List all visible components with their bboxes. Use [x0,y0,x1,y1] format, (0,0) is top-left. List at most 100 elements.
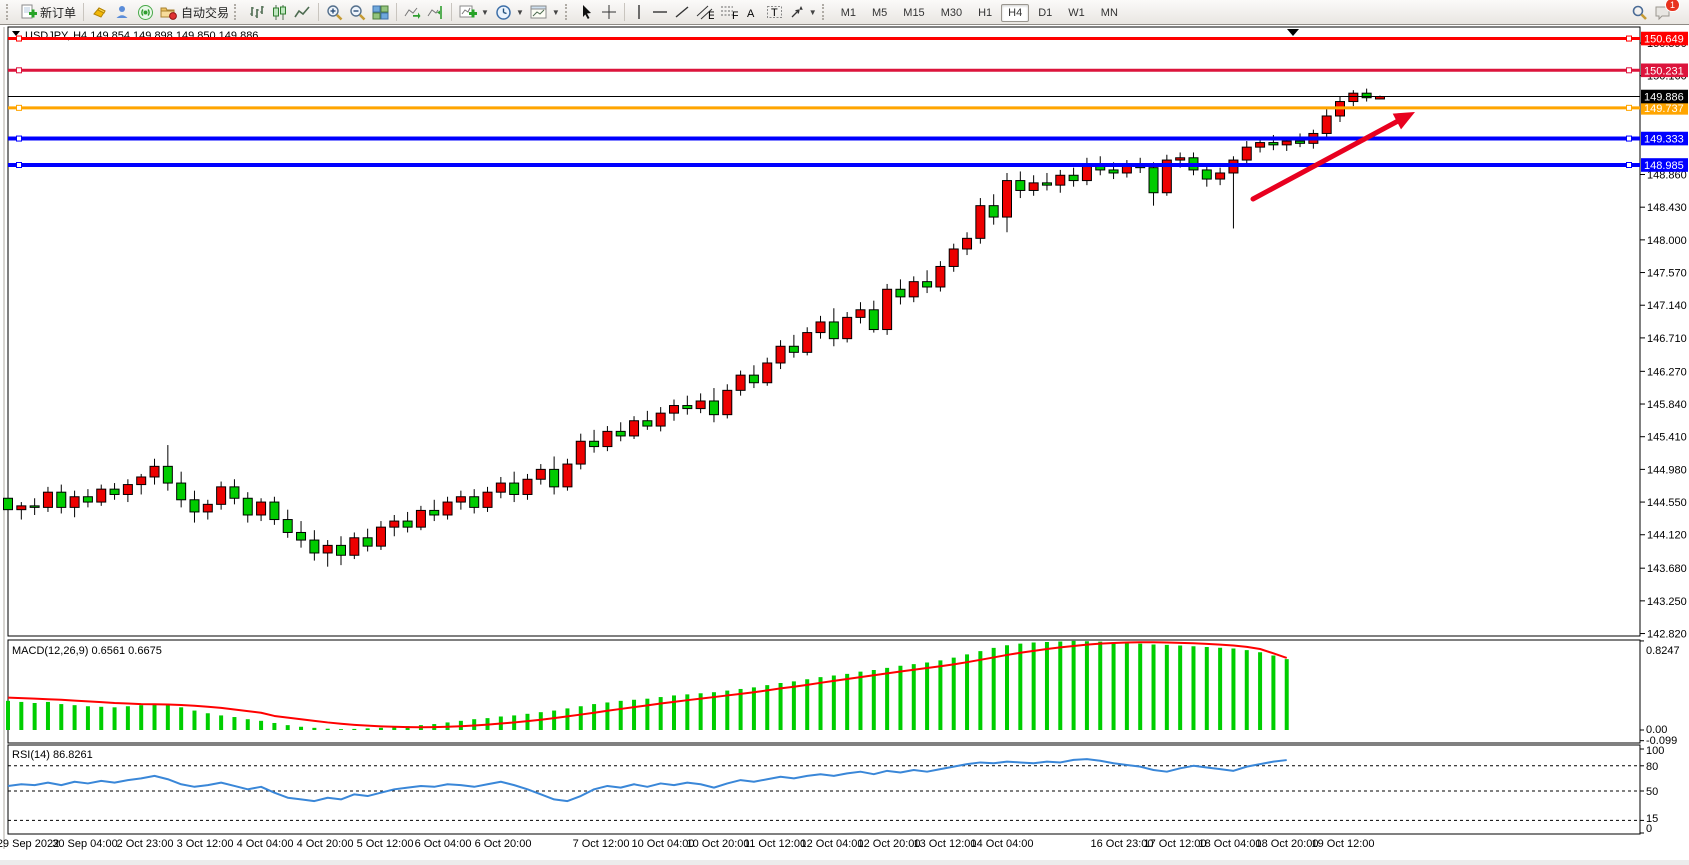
candle-body [816,322,825,333]
hline-handle[interactable] [17,36,22,41]
chevron-down-icon: ▼ [481,8,489,17]
candle-body [923,282,932,287]
line-chart-button[interactable] [291,2,314,23]
horizontal-line-icon [652,4,668,20]
timeframe-h4[interactable]: H4 [1001,4,1029,22]
vertical-line-button[interactable] [629,2,649,22]
hline-handle[interactable] [1627,163,1632,168]
hline-handle[interactable] [1627,68,1632,73]
new-order-button[interactable]: 新订单 [17,2,79,23]
candlestick-chart-button[interactable] [268,2,291,23]
timeframe-m30[interactable]: M30 [934,4,969,22]
timeframe-d1[interactable]: D1 [1031,4,1059,22]
new-chart-button[interactable]: ▼ [456,2,492,23]
rsi-tick-label: 80 [1646,761,1658,773]
chart-area[interactable]: USDJPY, H4 149.854 149.898 149.850 149.8… [0,24,1689,860]
vertical-line-icon [632,4,646,20]
chart-title: USDJPY, H4 149.854 149.898 149.850 149.8… [25,30,258,42]
equidistant-channel-button[interactable]: E [693,2,717,22]
hline-handle[interactable] [17,68,22,73]
candle-body [1322,116,1331,133]
timeframe-w1[interactable]: W1 [1061,4,1092,22]
candle-body [843,317,852,338]
periodicity-button[interactable]: ▼ [492,2,527,23]
candle-body [217,487,226,504]
y-tick-label: 144.120 [1647,530,1687,542]
toolbar-grip[interactable] [822,4,829,20]
candle-body [576,441,585,464]
candle-body [1362,93,1371,98]
rsi-tick-label: 50 [1646,786,1658,798]
arrows-button[interactable]: ▼ [786,2,820,22]
y-tick-label: 143.680 [1647,563,1687,575]
candle-body [390,521,399,527]
community-button[interactable] [111,2,134,23]
y-tick-label: 145.410 [1647,432,1687,444]
tile-windows-icon [372,4,389,21]
timeframe-mn[interactable]: MN [1094,4,1125,22]
toolbar-grip[interactable] [234,4,241,20]
candle-body [883,289,892,329]
auto-scroll-button[interactable] [401,2,424,23]
candle-body [1242,147,1251,160]
candle-body [1042,183,1051,185]
candle-body [1176,158,1185,160]
search-icon [1631,4,1648,21]
hline-handle[interactable] [1627,136,1632,141]
hline-handle[interactable] [1627,36,1632,41]
rsi-label: RSI(14) 86.8261 [12,749,93,761]
candle-body [456,497,465,502]
cursor-button[interactable] [576,2,598,22]
search-button[interactable] [1628,2,1651,23]
text-button[interactable]: A [741,2,763,22]
hline-handle[interactable] [1627,105,1632,110]
candle-body [1256,143,1265,148]
fibonacci-button[interactable]: F [717,2,741,22]
crosshair-button[interactable] [598,2,620,22]
candle-body [190,500,199,512]
hline-handle[interactable] [17,163,22,168]
x-axis-label: 29 Sep 2022 [0,838,59,850]
toolbar-grip[interactable] [565,4,572,20]
zoom-out-icon [349,4,366,21]
candle-body [963,238,972,249]
candle-body [110,489,119,494]
candle-body [936,266,945,287]
main-toolbar: 新订单 自动交易 ▼ ▼ ▼ E F A T ▼ M1M5M15M30H1H4D… [0,0,1689,25]
notifications-button[interactable]: 1 [1651,2,1675,23]
timeframe-m5[interactable]: M5 [865,4,894,22]
text-label-button[interactable]: T [763,2,786,22]
hline-handle[interactable] [17,105,22,110]
tile-windows-button[interactable] [369,2,392,23]
zoom-out-button[interactable] [346,2,369,23]
market-button[interactable] [88,2,111,23]
zoom-in-icon [326,4,343,21]
autotrading-icon [160,4,178,21]
x-axis-label: 30 Sep 04:00 [52,838,117,850]
bar-chart-button[interactable] [245,2,268,23]
signals-button[interactable] [134,2,157,23]
candle-body [523,479,532,494]
timeframe-h1[interactable]: H1 [971,4,999,22]
trendline-button[interactable] [671,2,693,22]
market-icon [91,4,108,21]
timeframe-m1[interactable]: M1 [834,4,863,22]
x-axis-label: 10 Oct 04:00 [632,838,695,850]
zoom-in-button[interactable] [323,2,346,23]
candle-body [483,492,492,507]
templates-button[interactable]: ▼ [527,2,563,23]
candle-body [749,375,758,383]
x-axis-label: 13 Oct 12:00 [914,838,977,850]
horizontal-line-button[interactable] [649,2,671,22]
chart-svg[interactable]: USDJPY, H4 149.854 149.898 149.850 149.8… [0,25,1689,860]
chart-shift-button[interactable] [424,2,447,23]
x-axis-label: 17 Oct 12:00 [1144,838,1207,850]
bar-chart-icon [248,4,265,21]
hline-handle[interactable] [17,136,22,141]
timeframe-m15[interactable]: M15 [896,4,931,22]
autotrading-button[interactable]: 自动交易 [157,2,232,23]
chart-shift-icon [427,4,444,21]
toolbar-grip[interactable] [6,4,13,20]
hline-price-label-text: 148.985 [1644,160,1684,172]
candle-body [443,502,452,515]
